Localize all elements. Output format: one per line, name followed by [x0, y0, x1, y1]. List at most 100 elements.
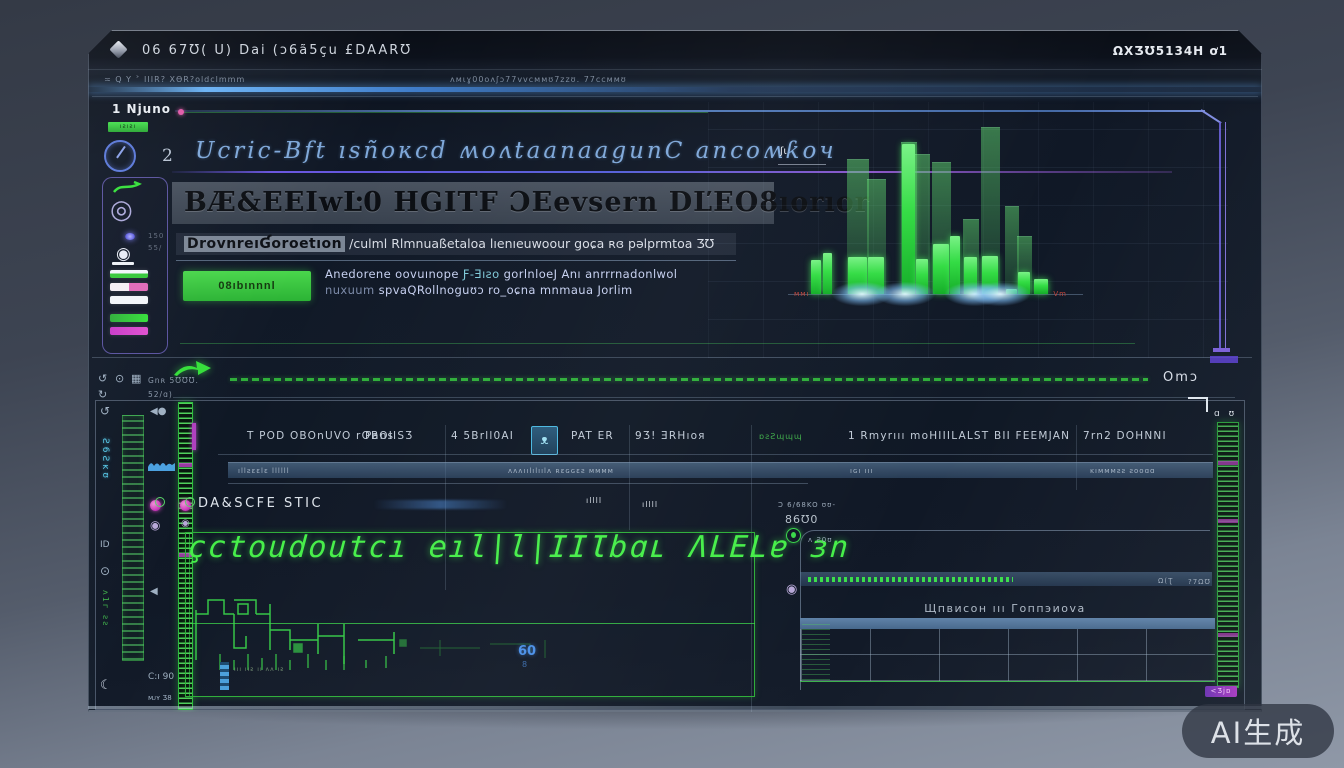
- chart-corner-glyph: ʃι: [780, 146, 787, 157]
- cell-text: ıɢı ııı: [850, 467, 873, 475]
- dotted-progress-band[interactable]: [800, 572, 1212, 586]
- blue-meter: [220, 662, 229, 690]
- grid-table-left-texture: [802, 620, 830, 680]
- subtitle-text: /culml Rlmnuaßetaloa lıenıeuwoour goɕa ʀ…: [345, 236, 714, 251]
- handwritten-annotation: Ucric-Bft ısñoĸcd ʍoʌtaanaagunϹ ancoʍƙoч: [195, 138, 835, 164]
- app-diamond-icon[interactable]: [109, 40, 127, 58]
- frame-right-tick: [1213, 348, 1230, 352]
- leaf-circle-icon[interactable]: [786, 528, 801, 543]
- tick-marks: ıllll: [642, 500, 658, 509]
- toolbar-right-text: ʌᴍɩɣ00oʌʃɔ77ᴠᴠᴄᴍᴍʊ7ᴢᴢʊ. 77ᴄᴄᴍᴍʊ: [450, 75, 627, 84]
- green-dotted-progress: [808, 577, 1013, 582]
- row-number: 2: [162, 146, 173, 166]
- waveform-icon: [148, 458, 176, 471]
- back-icon[interactable]: ◀: [150, 586, 158, 597]
- eye-icon[interactable]: ◉: [786, 582, 797, 597]
- timeline-scrubber[interactable]: [230, 378, 1148, 381]
- timeline-label: Gnʀ 5ƱƱƱ.: [148, 376, 199, 385]
- refresh-icon[interactable]: ↺: [98, 372, 107, 385]
- grid-view-icon[interactable]: ▦: [131, 372, 141, 385]
- column-header[interactable]: 9Ʒ! ƎRHıoя: [635, 430, 706, 442]
- toolbar-left-text: ≍ Q Y ˃ IIIR? XƟR?oldclmmm: [104, 75, 245, 84]
- row-divider: [228, 483, 808, 484]
- moon-icon[interactable]: ☾: [100, 678, 112, 693]
- bright-bar: [811, 260, 821, 294]
- row-selection-tick: [192, 423, 196, 450]
- chart-baseline-label-left: ᴍᴍı: [794, 290, 810, 298]
- window-title: 06 67Ʊ( U) Dai (ɔ6ã5çu £DAARƱ: [142, 43, 412, 58]
- primary-action-button[interactable]: 08ıbınnnl: [183, 271, 311, 301]
- marker-trace-line: [184, 112, 708, 113]
- badge-tile-icon[interactable]: ᴥ: [531, 426, 558, 455]
- column-header[interactable]: 4 5Brll0AI: [451, 430, 514, 442]
- chart-baseline-label-right: Vm: [1053, 290, 1067, 298]
- rotate-icon[interactable]: ↺: [100, 404, 110, 418]
- subtitle-row: DrovnreıƓoroetıon /culml Rlmnuaßetaloa l…: [176, 233, 736, 255]
- grid-table-bottom-line: [800, 681, 1215, 682]
- vertical-green-label: ʌ1ᴦ ƨƨ: [101, 590, 110, 660]
- grid-table-header-row[interactable]: [800, 618, 1215, 629]
- faint-value-b: ?7ΩƱ: [1188, 578, 1211, 586]
- ai-watermark: AI生成: [1182, 704, 1334, 758]
- timeline-sublabel: 52/ɑ): [148, 390, 173, 399]
- sidebar-index-label: 1 Njuno: [112, 102, 171, 116]
- search-icon[interactable]: ⊙: [115, 372, 124, 385]
- right-meta-small: Ɔ 6/68KO ʊʊ-: [778, 501, 836, 509]
- panel-corner-bracket: [1188, 397, 1208, 412]
- pill: [110, 296, 148, 304]
- faint-value-a: Ω(Ʈ: [1158, 577, 1173, 585]
- scene: 06 67Ʊ( U) Dai (ɔ6ã5çu £DAARƱ ΩXƷƱ5134H …: [0, 0, 1344, 768]
- status-badge[interactable]: ıƨıƨı: [108, 122, 148, 132]
- stamp-circle-icon[interactable]: ◎: [110, 195, 133, 225]
- subtitle-label: DrovnreıƓoroetıon: [184, 236, 345, 252]
- dial-small-icon[interactable]: ⊙: [100, 564, 110, 578]
- column-header[interactable]: 7rn2 DOHNNI: [1083, 430, 1167, 442]
- titlebar: 06 67Ʊ( U) Dai (ɔ6ã5çu £DAARƱ ΩXƷƱ5134H …: [88, 30, 1262, 70]
- green-data-strip: [122, 415, 144, 661]
- section-bottom-gray-line: [92, 357, 1252, 358]
- column-header[interactable]: Pans: [365, 430, 394, 442]
- highlighted-term: Ƒ-Ǝıƨo: [463, 267, 500, 281]
- flower-icon[interactable]: [150, 500, 161, 511]
- value-60: 60: [518, 644, 536, 659]
- value-60-sub: 8: [522, 660, 527, 669]
- pill-separator: [112, 262, 134, 265]
- header-green-fragment: ɒƨƧɰɰɰ: [759, 432, 803, 441]
- bright-bar: [902, 144, 915, 294]
- grid-table: Щпвиcoн ııı Гоппэиova: [800, 598, 1215, 682]
- pill: [110, 270, 148, 278]
- glow-spot: [970, 282, 1030, 306]
- description-line1: Anedorene oovuınope Ƒ-Ǝıƨo gorlnloeJ Anı…: [325, 266, 755, 282]
- swoosh-icon[interactable]: [112, 180, 142, 194]
- column-header[interactable]: PAT ER: [571, 430, 614, 442]
- section-bottom-green-line: [180, 343, 1135, 344]
- matrix-top-icons[interactable]: ɑ ʊ: [1214, 409, 1237, 419]
- gauge-dial[interactable]: [104, 140, 136, 172]
- frame-right-rail: [1219, 122, 1226, 352]
- green-cursor-arrow-icon[interactable]: [172, 358, 214, 378]
- glow-indicator-dot: [125, 233, 135, 240]
- eye-icon[interactable]: ◉: [150, 518, 160, 532]
- target-ring-icon[interactable]: ◉: [116, 244, 131, 264]
- cell-text: ĸıᴍᴍᴍƨƨ ƨᴏᴏɑɑ: [1090, 467, 1155, 475]
- playback-icon[interactable]: ◀●: [150, 406, 166, 417]
- flower-icon[interactable]: [180, 500, 191, 511]
- table-row[interactable]: ıllƨɛɛlɛ llllll ʌʌʌıılılıılʌ ʀɛɢɢɛƨ ᴍᴍᴍᴍ…: [228, 462, 1213, 478]
- screen-bottom-edge: [88, 706, 1262, 709]
- purple-badge[interactable]: <Ʒjɒ: [1205, 686, 1237, 697]
- right-meta-label: 86Ʊ0: [785, 513, 818, 526]
- purple-block: [1210, 356, 1238, 363]
- description-line2: nuxuum spvaQRollnoguʊɔ ro_oɕna mnmaua Jo…: [325, 282, 755, 298]
- mini-data-rows: ııı ııƨ ıı ʌʌ ıƨ: [234, 666, 304, 673]
- eye-icon[interactable]: ◉: [181, 518, 190, 529]
- vertical-blue-label: Ƨ6Ƨĸʊ: [100, 438, 110, 524]
- cell-text: ıllƨɛɛlɛ llllll: [238, 467, 290, 475]
- bright-bar: [823, 253, 832, 294]
- bright-bar: [1034, 279, 1048, 294]
- pill-stack: [110, 270, 148, 340]
- glow-spot: [875, 282, 935, 306]
- column-header[interactable]: 1 Rmyrııı moHIIILALST BII FEEMJAN: [848, 430, 1070, 442]
- panel-column-line: [1076, 425, 1077, 490]
- titlebar-right-status: ΩXƷƱ5134H ơ1: [1113, 44, 1228, 58]
- section-title: DA&SCFE STIC: [198, 496, 323, 511]
